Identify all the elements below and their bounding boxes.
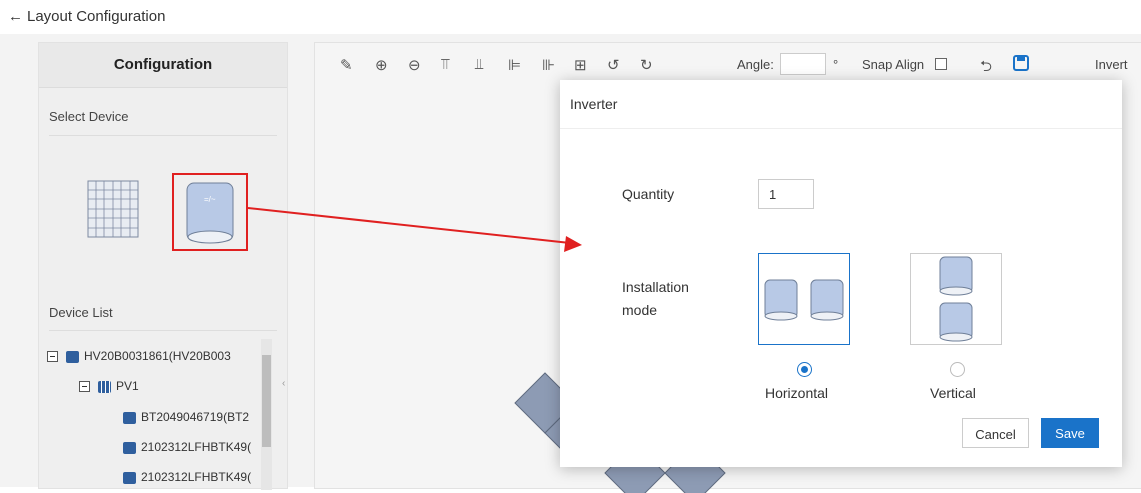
tree-node-pv1[interactable]: PV1 [79, 379, 139, 393]
vertical-label: Vertical [930, 385, 976, 401]
canvas-toolbar: ✎ ⊕ ⊖ ⫪ ⫫ ⊫ ⊪ ⊞ ↺ ↻ Angle: ° Snap Align … [315, 43, 1141, 85]
cancel-button[interactable]: Cancel [962, 418, 1029, 448]
select-device-label: Select Device [49, 109, 129, 124]
tree-node-root[interactable]: HV20B0031861(HV20B003 [47, 349, 231, 363]
eraser-icon[interactable]: ✎ [340, 56, 353, 74]
tree-scrollbar[interactable] [261, 339, 272, 490]
back-arrow-icon[interactable]: ← [8, 8, 23, 25]
page-title: Layout Configuration [27, 8, 166, 25]
tree-node-device[interactable]: BT2049046719(BT2 [123, 410, 249, 424]
configuration-panel: Configuration Select Device =/~ Device L… [38, 42, 288, 490]
collapse-panel-icon[interactable]: ‹ [282, 378, 290, 402]
save-icon[interactable] [1013, 55, 1029, 71]
rotate-left-icon[interactable]: ↺ [607, 56, 620, 74]
align-bottom-icon[interactable]: ⫫ [475, 56, 483, 73]
pv-module-device[interactable] [87, 180, 139, 238]
tree-node-label: 2102312LFHBTK49( [141, 470, 252, 484]
horizontal-inverters-icon [764, 279, 844, 321]
horizontal-mode-option[interactable] [758, 253, 850, 345]
collapse-icon[interactable] [47, 351, 58, 363]
device-icon [123, 441, 136, 454]
angle-label: Angle: [737, 57, 774, 72]
tree-node-label: 2102312LFHBTK49( [141, 440, 252, 454]
installation-mode-label-line2: mode [622, 302, 658, 318]
zoom-out-icon[interactable]: ⊖ [408, 56, 421, 74]
inverter-dialog: Inverter Quantity Installation mode Hori… [560, 80, 1122, 467]
vertical-radio[interactable] [950, 362, 965, 377]
tree-node-device[interactable]: 2102312LFHBTK49( [123, 470, 251, 484]
vertical-inverters-icon [939, 256, 973, 342]
divider [49, 135, 277, 136]
tree-node-label: HV20B0031861(HV20B003 [84, 349, 231, 363]
snap-align-label: Snap Align [862, 57, 925, 72]
horizontal-label: Horizontal [765, 385, 829, 401]
align-left-icon[interactable]: ⊫ [508, 56, 521, 74]
undo-icon[interactable]: ⮌ [980, 56, 992, 81]
vertical-mode-option[interactable] [910, 253, 1002, 345]
pv-array-icon [98, 380, 111, 393]
device-icon [123, 471, 136, 484]
collapse-icon[interactable] [79, 381, 90, 393]
angle-input[interactable] [780, 53, 826, 75]
device-icon [123, 411, 136, 424]
top-bar: ← Layout Configuration [0, 0, 1141, 34]
zoom-in-icon[interactable]: ⊕ [375, 56, 388, 74]
divider [49, 330, 277, 331]
inverter-device-selected[interactable]: =/~ [172, 173, 248, 251]
inverter-tab-text: Invert [1095, 57, 1128, 72]
snap-align-checkbox[interactable] [935, 58, 947, 70]
back-link[interactable]: ← Layout Configuration [8, 8, 165, 25]
quantity-input[interactable] [758, 179, 814, 209]
tree-node-device[interactable]: 2102312LFHBTK49( [123, 440, 251, 454]
inverter-glyph: =/~ [204, 195, 216, 204]
scrollbar-thumb[interactable] [262, 355, 271, 447]
configuration-title: Configuration [39, 43, 287, 88]
quantity-label: Quantity [622, 186, 675, 202]
dialog-title: Inverter [560, 80, 1122, 129]
installation-mode-label-line1: Installation [622, 279, 689, 295]
rotate-right-icon[interactable]: ↻ [640, 56, 653, 74]
tree-node-label: BT2049046719(BT2 [141, 410, 250, 424]
align-top-icon[interactable]: ⫪ [441, 56, 449, 73]
degree-symbol: ° [833, 57, 839, 72]
tree-node-label: PV1 [116, 379, 139, 393]
device-list-label: Device List [49, 305, 113, 320]
inverter-icon [186, 182, 234, 244]
device-icon [66, 350, 79, 363]
align-right-icon[interactable]: ⊪ [542, 56, 555, 74]
horizontal-radio[interactable] [797, 362, 812, 377]
align-center-icon[interactable]: ⊞ [574, 56, 587, 74]
save-button[interactable]: Save [1041, 418, 1099, 448]
